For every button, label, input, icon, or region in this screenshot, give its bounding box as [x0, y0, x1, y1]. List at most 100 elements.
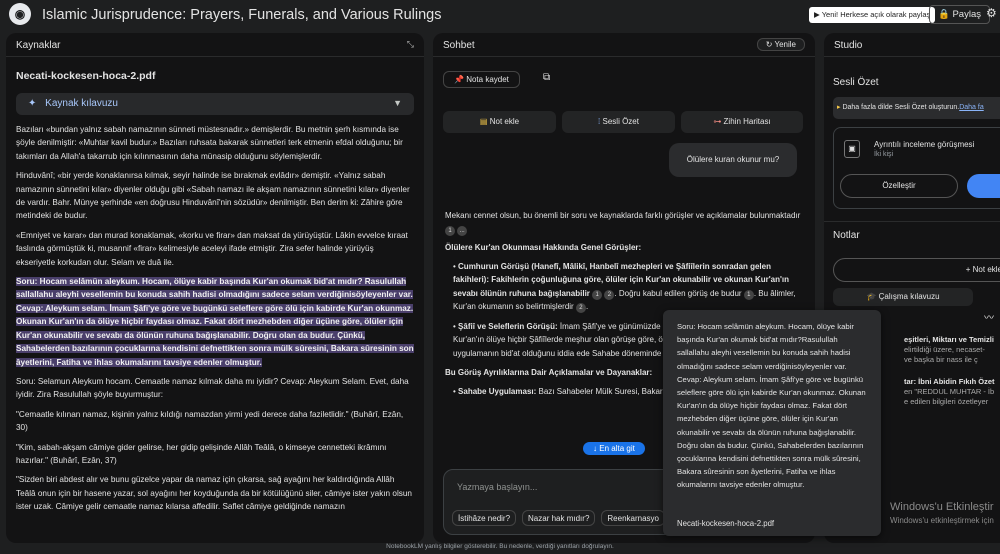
bullet-text: Doğru kabul edilen görüş de budur [618, 288, 742, 298]
chat-header-label: Sohbet [443, 40, 475, 51]
citation-marker[interactable]: 1 [445, 225, 455, 236]
bullet-bold: Şâfiî ve Seleflerin Görüşü: [458, 321, 558, 331]
watermark-line: Windows'u Etkinleştir [890, 501, 994, 513]
settings-gear-icon[interactable]: ⚙ [986, 6, 997, 20]
sources-panel: Kaynaklar ⤡ Necati-kockesen-hoca-2.pdf ✦… [6, 33, 424, 543]
generate-button[interactable] [967, 174, 1000, 198]
customize-button[interactable]: Özelleştir [840, 174, 958, 198]
note-text-fragment: ve başka bir nass ile ç [904, 355, 978, 364]
tooltip-source[interactable]: Necati-kockesen-hoca-2.pdf [677, 517, 774, 530]
saved-note[interactable]: eşitleri, Miktarı ve Temizli elirtildiği… [904, 335, 994, 365]
banner-link[interactable]: Daha fa [959, 104, 984, 111]
divider [824, 221, 1000, 222]
study-guide-label: Çalışma kılavuzu [878, 292, 940, 301]
studio-header-label: Studio [834, 40, 863, 51]
source-guide-toggle[interactable]: ✦ Kaynak kılavuzu ▼ [16, 93, 414, 115]
deep-dive-title: Ayrıntılı inceleme görüşmesi [874, 140, 975, 149]
source-guide-label: Kaynak kılavuzu [45, 98, 118, 109]
doc-paragraph: Soru: Selamun Aleykum hocam. Cemaatle na… [16, 376, 409, 400]
suggestion-chip[interactable]: Reenkarnasyo [601, 510, 665, 526]
banner-text: Daha fazla dilde Sesli Özet oluşturun. [842, 104, 960, 111]
add-note-button[interactable]: ▤ Not ekle [443, 111, 556, 133]
deep-dive-subtitle: İki kişi [874, 151, 894, 158]
graduation-cap-icon: 🎓 [866, 292, 877, 301]
doc-paragraph-highlighted: Soru: Hocam selâmün aleykum. Hocam, ölüy… [16, 275, 414, 369]
mind-map-icon: ⊶ [713, 117, 722, 126]
notes-title: Notlar [833, 230, 860, 241]
notebooklm-logo-icon[interactable]: ◉ [9, 3, 31, 25]
sources-header-label: Kaynaklar [16, 40, 61, 51]
notebook-title[interactable]: Islamic Jurisprudence: Prayers, Funerals… [42, 7, 441, 23]
study-guide-button[interactable]: 🎓 Çalışma kılavuzu [833, 288, 973, 306]
windows-activation-watermark: Windows'u Etkinleştir Windows'u etkinleş… [890, 500, 994, 528]
suggestion-chip[interactable]: İstihâze nedir? [452, 510, 517, 526]
citation-marker[interactable]: 2 [604, 289, 615, 300]
customize-label: Özelleştir [882, 181, 916, 190]
add-note-studio-label: Not ekle [972, 265, 1000, 274]
bullet-text: belirtmişlerdir [526, 302, 574, 311]
user-message-text: Ölülere kuran okunur mu? [686, 155, 780, 164]
waveform-icon: ⁞ [598, 117, 601, 126]
share-button[interactable]: 🔒 Paylaş [929, 5, 990, 24]
publish-public-button[interactable]: ▶ Yeni! Herkese açık olarak paylaş [809, 7, 936, 23]
add-note-studio-button[interactable]: + Not ekle [833, 258, 1000, 282]
disclaimer-footer: NotebookLM yanlış bilgiler gösterebilir.… [386, 543, 614, 550]
scroll-to-bottom-button[interactable]: ↓ En alta git [583, 442, 645, 455]
suggestion-chip[interactable]: Nazar hak mıdır? [522, 510, 596, 526]
doc-paragraph: Hinduvânî; «bir yerde konaklanırsa kılma… [16, 171, 410, 221]
save-to-note-button[interactable]: 📌 Nota kaydet [443, 71, 520, 88]
copy-icon[interactable]: ⧉ [543, 72, 550, 83]
citation-marker[interactable]: 1 [743, 289, 754, 300]
deep-dive-card: ▣ Ayrıntılı inceleme görüşmesi İki kişi … [833, 127, 1000, 209]
response-intro-text: Mekanı cennet olsun, bu önemli bir soru … [445, 211, 801, 220]
doc-paragraph: «Emniyet ve karar» dan murad konaklamak,… [16, 230, 408, 267]
source-document-text: Bazıları «bundan yalnız sabah namazının … [16, 123, 414, 520]
note-text-fragment: en "REDDUL MUHTAR - İb [904, 387, 995, 396]
top-bar: ◉ Islamic Jurisprudence: Prayers, Funera… [0, 0, 1000, 30]
section-heading: Ölülere Kur'an Okunması Hakkında Genel G… [445, 243, 642, 252]
doc-paragraph: "Kim, sabah-akşam câmiye gider gelirse, … [16, 442, 387, 465]
note-title-fragment: eşitleri, Miktarı ve Temizli [904, 335, 994, 344]
sparkle-icon: ▸ [837, 104, 841, 111]
source-doc-title: Necati-kockesen-hoca-2.pdf [16, 70, 156, 82]
mind-map-label: Zihin Haritası [723, 117, 771, 126]
chat-header: Sohbet ↻ Yenile [433, 33, 815, 57]
publish-label: Yeni! Herkese açık olarak paylaş [821, 10, 931, 19]
saved-note[interactable]: tar: İbni Abidin Fıkıh Özet en "REDDUL M… [904, 377, 995, 407]
timeline-icon[interactable]: 〰 [984, 309, 994, 324]
doc-paragraph: "Cemaatle kılınan namaz, kişinin yalnız … [16, 409, 404, 433]
refresh-label: Yenile [774, 40, 796, 49]
share-label: Paylaş [952, 9, 981, 20]
audio-summary-button[interactable]: ⁞ Sesli Özet [562, 111, 675, 133]
highlighted-citation: Soru: Hocam selâmün aleykum. Hocam, ölüy… [16, 277, 414, 367]
note-text-fragment: e edilen bilgileri özetleyer [904, 397, 989, 406]
user-message-bubble: Ölülere kuran okunur mu? [669, 143, 797, 177]
citation-tooltip: Soru: Hocam selâmün aleykum. Hocam, ölüy… [663, 310, 881, 536]
save-note-label: Nota kaydet [466, 75, 509, 84]
audio-overview-title: Sesli Özet [833, 77, 879, 88]
chat-input-placeholder: Yazmaya başlayın... [457, 482, 538, 492]
collapse-panel-icon[interactable]: ⤡ [407, 39, 414, 50]
citation-marker[interactable]: 1 [592, 289, 603, 300]
studio-header: Studio [824, 33, 1000, 57]
citation-marker[interactable]: 2 [575, 303, 586, 313]
doc-paragraph: Bazıları «bundan yalnız sabah namazının … [16, 125, 403, 161]
citation-marker[interactable]: ... [457, 225, 468, 236]
pin-icon: 📌 [454, 75, 464, 84]
add-note-label: Not ekle [489, 117, 520, 126]
tooltip-text: Soru: Hocam selâmün aleykum. Hocam, ölüy… [677, 322, 866, 490]
audio-language-banner[interactable]: ▸ Daha fazla dilde Sesli Özet oluşturun.… [833, 97, 1000, 119]
doc-paragraph: "Sizden biri abdest alır ve bunu güzelce… [16, 475, 412, 512]
document-icon: ▣ [844, 140, 860, 158]
audio-summary-label: Sesli Özet [602, 117, 639, 126]
chevron-down-icon: ▼ [393, 98, 402, 108]
note-text-fragment: elirtildiği üzere, necaset- [904, 345, 985, 354]
refresh-button[interactable]: ↻ Yenile [756, 38, 805, 51]
bullet-bold: Sahabe Uygulaması: [458, 386, 537, 396]
watermark-line: Windows'u etkinleştirmek için [890, 516, 994, 525]
response-bullet: • Cumhurun Görüşü (Hanefî, Mâlikî, Hanbe… [453, 261, 796, 313]
mind-map-button[interactable]: ⊶ Zihin Haritası [681, 111, 803, 133]
sparkle-icon: ✦ [28, 98, 37, 109]
note-title-fragment: tar: İbni Abidin Fıkıh Özet [904, 377, 995, 386]
note-icon: ▤ [479, 117, 488, 126]
